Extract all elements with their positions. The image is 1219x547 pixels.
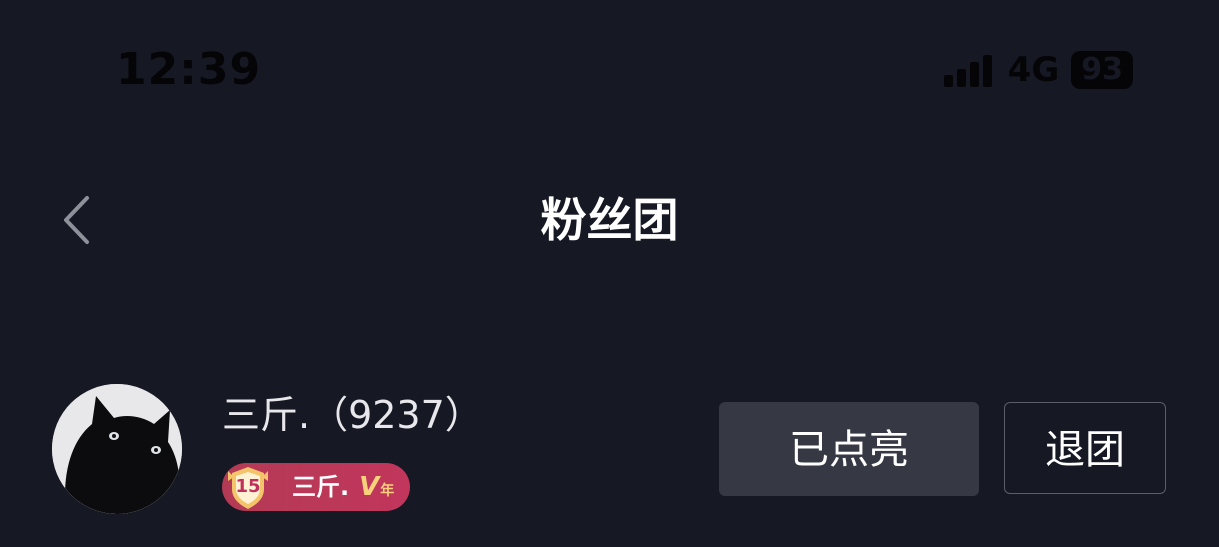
page-title: 粉丝团: [540, 193, 679, 247]
badge-vip-tag: V 年: [359, 459, 394, 515]
badge-level-number: 15: [235, 476, 261, 497]
signal-icon: [943, 53, 996, 87]
network-type: 4G: [1007, 50, 1060, 90]
avatar[interactable]: [52, 384, 182, 514]
status-bar-right: 4G 93: [943, 50, 1133, 90]
badge-year-char: 年: [380, 483, 395, 499]
black-cat-avatar-icon: [52, 384, 182, 514]
quit-club-button[interactable]: 退团: [1004, 402, 1166, 494]
badge-v-letter: V: [359, 472, 380, 502]
lit-up-button[interactable]: 已点亮: [719, 402, 979, 496]
fan-badge: 15 三斤. V 年: [222, 463, 410, 511]
fan-club-screen: 12:39 4G 93 粉丝团 三斤.（9237） 15 三斤. V 年 已点亮…: [0, 0, 1219, 547]
status-time: 12:39: [116, 44, 262, 95]
member-name: 三斤.（9237）: [222, 393, 483, 437]
battery-indicator: 93: [1071, 51, 1133, 89]
badge-name: 三斤.: [292, 473, 350, 501]
badge-level: 15: [224, 463, 272, 511]
